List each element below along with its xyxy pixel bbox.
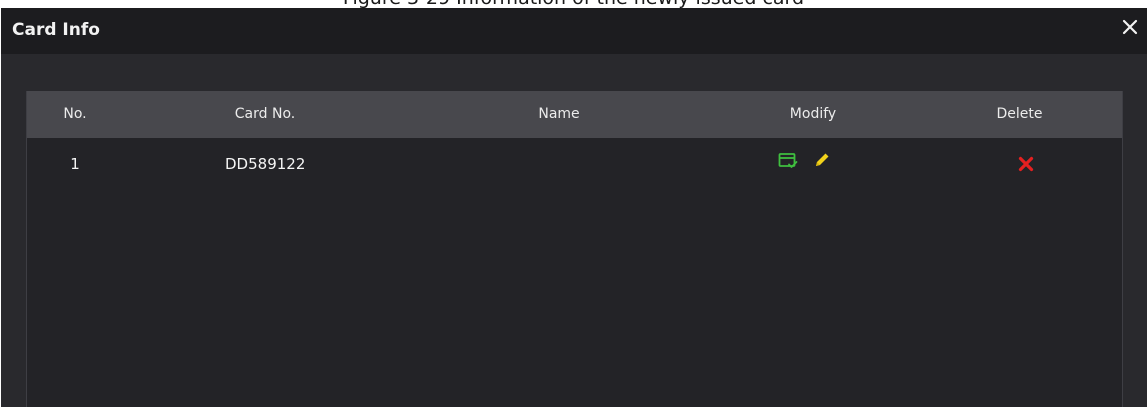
figure-caption: Figure 3-29 Information of the newly iss… bbox=[0, 0, 1147, 8]
card-info-dialog: Card Info No. Card No. Name Modify Delet… bbox=[1, 8, 1147, 407]
pencil-icon[interactable] bbox=[813, 151, 831, 169]
row-card-no: DD589122 bbox=[225, 155, 306, 173]
column-header-no[interactable]: No. bbox=[27, 106, 123, 122]
column-header-name[interactable]: Name bbox=[407, 106, 711, 122]
column-header-delete: Delete bbox=[996, 106, 1043, 122]
dialog-title-bar: Card Info bbox=[1, 8, 1147, 54]
row-no: 1 bbox=[70, 155, 80, 173]
card-table: No. Card No. Name Modify Delete 1 DD5891… bbox=[26, 91, 1123, 407]
column-header-card-no[interactable]: Card No. bbox=[123, 106, 407, 122]
table-header: No. Card No. Name Modify Delete bbox=[27, 91, 1122, 138]
close-icon[interactable] bbox=[1121, 18, 1139, 36]
column-header-modify: Modify bbox=[789, 106, 837, 122]
delete-x-icon[interactable] bbox=[1018, 156, 1034, 172]
card-edit-icon[interactable] bbox=[778, 152, 798, 170]
dialog-title: Card Info bbox=[12, 20, 100, 40]
